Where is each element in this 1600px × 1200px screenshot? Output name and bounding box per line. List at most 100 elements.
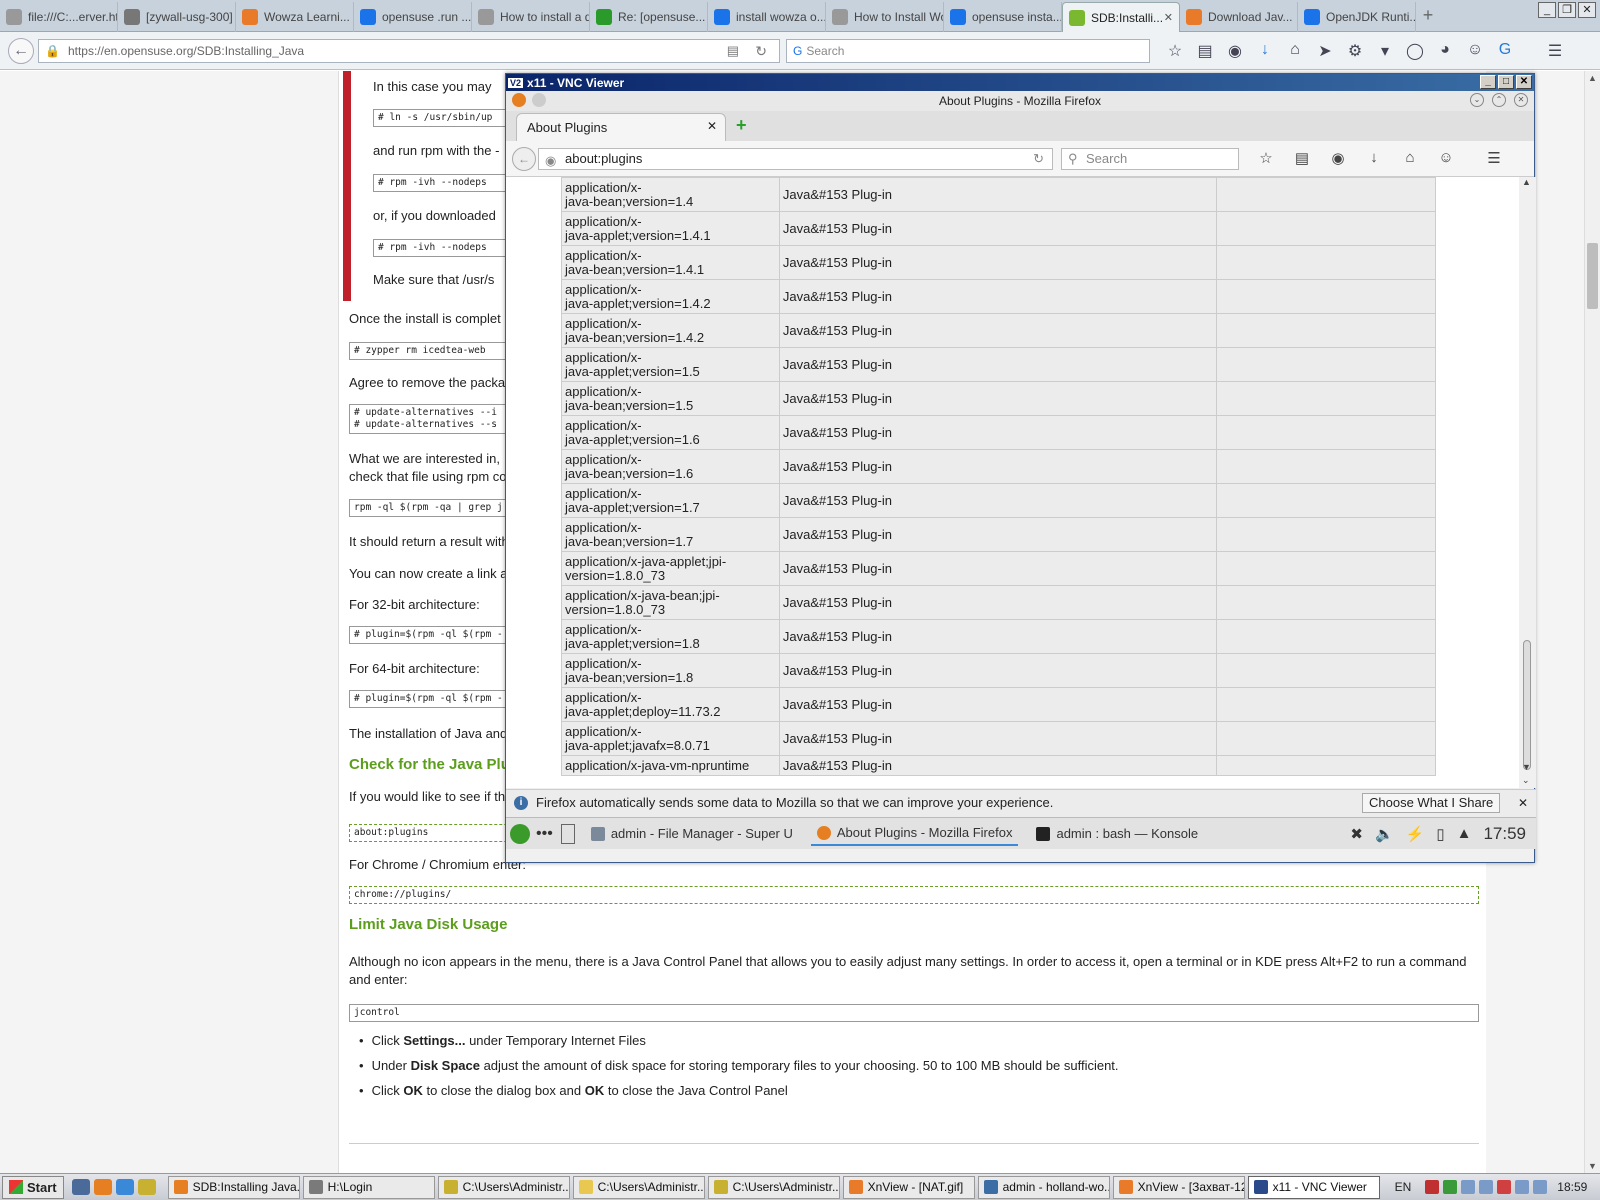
tab-about-plugins[interactable]: About Plugins ✕ [516, 113, 726, 141]
ff-chat-icon[interactable]: ☺ [1428, 149, 1464, 167]
browser-tab[interactable]: How to install a driv... [472, 2, 590, 32]
browser-tab[interactable]: [zywall-usg-300] (5... [118, 2, 236, 32]
pin-icon[interactable] [532, 93, 546, 107]
bookmark-star-icon[interactable]: ☆ [1160, 41, 1190, 61]
ff-bookmark-star-icon[interactable]: ☆ [1248, 149, 1284, 167]
hamburger-menu-icon[interactable]: ☰ [1540, 41, 1570, 61]
scroll-up-icon[interactable]: ▲ [1588, 73, 1597, 83]
search-bar[interactable]: G Search [786, 39, 1150, 63]
firefox-launch-icon[interactable] [93, 1179, 112, 1195]
browser-tab[interactable]: opensuse .run ... [354, 2, 472, 32]
extension-icon[interactable]: ⚙ [1340, 41, 1370, 61]
taskbar-task-button[interactable]: C:\Users\Administr... [707, 1175, 840, 1199]
ff-search-bar[interactable]: ⚲ Search [1061, 148, 1239, 170]
addon-icon-1[interactable]: ◯ [1400, 41, 1430, 61]
tray-icon-7[interactable] [1533, 1180, 1548, 1194]
ff-maximize-icon[interactable]: ⌃ [1492, 93, 1506, 107]
url-bar[interactable]: 🔒 https://en.opensuse.org/SDB:Installing… [38, 39, 780, 63]
home-icon[interactable]: ⌂ [1280, 41, 1310, 61]
taskbar-task-button[interactable]: admin - holland-wo... [977, 1175, 1110, 1199]
desktop-pager[interactable] [560, 823, 575, 844]
skype-launch-icon[interactable] [115, 1179, 134, 1195]
tray-icon-6[interactable] [1515, 1180, 1530, 1194]
ff-back-button[interactable]: ← [512, 147, 536, 171]
taskbar-task-button[interactable]: XnView - [Захват-12] [1112, 1175, 1245, 1199]
addon-icon-3[interactable]: G [1490, 41, 1520, 61]
tray-icon-4[interactable] [1479, 1180, 1494, 1194]
browser-tab[interactable]: SDB:Installi... ✕ [1062, 2, 1180, 32]
bookmarks-list-icon[interactable]: ▤ [1190, 41, 1220, 61]
browser-tab-close-icon[interactable]: ✕ [1164, 11, 1173, 24]
dropdown-icon[interactable]: ▾ [1370, 41, 1400, 61]
tray-icon-5[interactable] [1497, 1180, 1512, 1194]
tray-icon-2[interactable] [1443, 1180, 1458, 1194]
choose-what-i-share-button[interactable]: Choose What I Share [1362, 793, 1501, 813]
minimize-icon[interactable]: _ [1538, 2, 1556, 18]
restore-icon[interactable]: ❐ [1558, 2, 1576, 18]
ff-minimize-icon[interactable]: ⌄ [1470, 93, 1484, 107]
vnc-close-icon[interactable]: ✕ [1516, 75, 1532, 89]
show-desktop-icon[interactable] [71, 1179, 90, 1195]
tray-icon-3[interactable] [1461, 1180, 1476, 1194]
taskbar-task-button[interactable]: SDB:Installing Java... [167, 1175, 300, 1199]
start-button[interactable]: Start [2, 1175, 64, 1199]
reload-icon[interactable]: ↻ [755, 43, 767, 60]
ff-home-icon[interactable]: ⌂ [1392, 149, 1428, 167]
kde-clock[interactable]: 17:59 [1483, 824, 1526, 844]
pocket-icon[interactable]: ◉ [1220, 41, 1250, 61]
browser-tab[interactable]: How to Install Wow... [826, 2, 944, 32]
download-icon[interactable]: ↓ [1250, 41, 1280, 61]
volume-icon[interactable]: 🔈 [1375, 825, 1394, 843]
tray-icon-1[interactable] [1425, 1180, 1440, 1194]
browser-tab[interactable]: file:///C:...erver.html [0, 2, 118, 32]
kde-task-button[interactable]: admin : bash — Konsole [1030, 821, 1204, 846]
ff-scroll-down-icon-2[interactable]: ⌄ [1522, 775, 1530, 786]
ff-close-icon[interactable]: ✕ [1514, 93, 1528, 107]
more-icon[interactable]: ••• [536, 825, 553, 843]
back-button[interactable]: ← [8, 38, 34, 64]
connection-icon[interactable]: ⚡ [1406, 825, 1425, 843]
ff-hamburger-menu-icon[interactable]: ☰ [1476, 149, 1512, 167]
tray-expand-icon[interactable]: ▲ [1457, 825, 1472, 842]
ff-bookmarks-list-icon[interactable]: ▤ [1284, 149, 1320, 167]
taskbar-task-button[interactable]: x11 - VNC Viewer [1247, 1175, 1380, 1199]
new-tab-icon[interactable]: + [1416, 0, 1440, 31]
ff-scroll-thumb[interactable] [1523, 640, 1531, 770]
chat-icon[interactable]: ☺ [1460, 41, 1490, 61]
taskbar-clock[interactable]: 18:59 [1557, 1180, 1587, 1194]
ff-reload-icon[interactable]: ↻ [1033, 149, 1044, 169]
browser-tab[interactable]: OpenJDK Runti... [1298, 2, 1416, 32]
taskbar-task-button[interactable]: H:\Login [302, 1175, 435, 1199]
app-launch-icon[interactable] [137, 1179, 156, 1195]
browser-tab[interactable]: install wowza o... [708, 2, 826, 32]
vnc-title-bar[interactable]: V2 x11 - VNC Viewer _ □ ✕ [506, 74, 1534, 91]
kde-task-button[interactable]: admin - File Manager - Super U [585, 821, 799, 846]
language-indicator[interactable]: EN [1395, 1180, 1412, 1194]
vnc-minimize-icon[interactable]: _ [1480, 75, 1496, 89]
close-icon[interactable]: ✕ [1578, 2, 1596, 18]
browser-tab[interactable]: opensuse insta... [944, 2, 1062, 32]
ff-scrollbar[interactable]: ▲ ▼ ⌄ [1519, 177, 1536, 788]
send-icon[interactable]: ➤ [1310, 41, 1340, 61]
browser-tab[interactable]: Re: [opensuse... [590, 2, 708, 32]
new-tab-icon[interactable]: + [736, 115, 747, 136]
tab-close-icon[interactable]: ✕ [707, 119, 717, 133]
taskbar-task-button[interactable]: C:\Users\Administr... [572, 1175, 705, 1199]
taskbar-task-button[interactable]: C:\Users\Administr... [437, 1175, 570, 1199]
ff-download-icon[interactable]: ↓ [1356, 149, 1392, 167]
ff-scroll-down-icon[interactable]: ▼ [1522, 762, 1531, 772]
reader-view-icon[interactable]: ▤ [727, 43, 739, 59]
scroll-down-icon[interactable]: ▼ [1588, 1161, 1597, 1171]
addon-icon-2[interactable]: ◕ [1430, 41, 1460, 61]
taskbar-task-button[interactable]: XnView - [NAT.gif] [842, 1175, 975, 1199]
scroll-thumb[interactable] [1587, 243, 1598, 309]
network-icon[interactable]: ✖ [1350, 825, 1363, 843]
vnc-maximize-icon[interactable]: □ [1498, 75, 1514, 89]
browser-tab[interactable]: Download Jav... [1180, 2, 1298, 32]
browser-tab[interactable]: Wowza Learni... [236, 2, 354, 32]
notification-close-icon[interactable]: ✕ [1518, 790, 1528, 816]
battery-icon[interactable]: ▯ [1436, 825, 1444, 843]
kde-task-button[interactable]: About Plugins - Mozilla Firefox [810, 821, 1019, 846]
firefox-title-bar[interactable]: About Plugins - Mozilla Firefox ⌄ ⌃ ✕ [506, 91, 1534, 111]
kde-launcher-icon[interactable] [510, 823, 530, 844]
